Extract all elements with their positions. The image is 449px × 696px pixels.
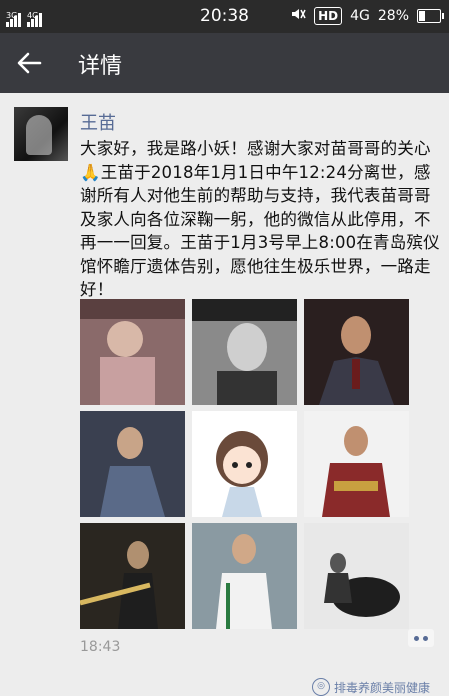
network-label: 4G xyxy=(350,8,370,24)
photo-armor-costume[interactable] xyxy=(304,411,409,517)
hd-badge: HD xyxy=(314,7,343,25)
post-time: 18:43 xyxy=(80,639,121,655)
photo-sword-pose[interactable] xyxy=(80,523,185,629)
watermark-text: 排毒养颜美丽健康 xyxy=(334,680,431,695)
photo-kungfu-pose[interactable] xyxy=(192,523,297,629)
photo-suit-portrait[interactable] xyxy=(304,299,409,405)
photo-child[interactable] xyxy=(80,299,185,405)
author-name[interactable]: 王苗 xyxy=(80,109,116,135)
watermark: ◎ 排毒养颜美丽健康 xyxy=(312,678,430,696)
photo-horse-rider[interactable] xyxy=(304,523,409,629)
comment-icon[interactable] xyxy=(408,629,434,647)
photo-action-pose[interactable] xyxy=(80,411,185,517)
mute-icon xyxy=(290,6,306,26)
photo-cartoon-avatar[interactable] xyxy=(192,411,297,517)
page-title: 详情 xyxy=(78,54,123,79)
title-bar: 详情 xyxy=(0,33,449,93)
status-bar: 3G 4G 20:38 HD 4G 28% xyxy=(0,0,449,33)
wechat-icon: ◎ xyxy=(312,678,330,696)
moment-detail: 王苗 大家好，我是路小妖！感谢大家对苗哥哥的关心🙏王苗于2018年1月1日中午1… xyxy=(0,93,449,696)
photo-bw-portrait[interactable] xyxy=(192,299,297,405)
arrow-left-icon[interactable] xyxy=(16,51,42,75)
battery-icon xyxy=(417,9,444,23)
avatar[interactable] xyxy=(14,107,68,161)
battery-percent: 28% xyxy=(377,8,409,24)
post-text: 大家好，我是路小妖！感谢大家对苗哥哥的关心🙏王苗于2018年1月1日中午12:2… xyxy=(80,139,440,299)
